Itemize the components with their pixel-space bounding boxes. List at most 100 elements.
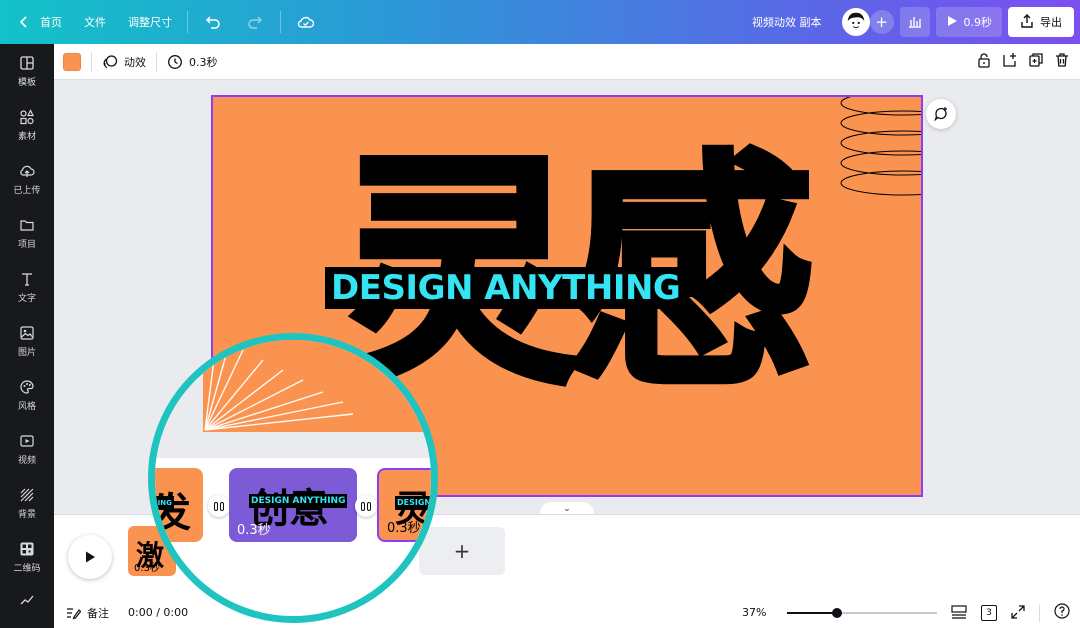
sidebar-item-more[interactable] [0, 584, 54, 614]
view-controls: 3 [951, 603, 1070, 623]
sidebar-item-label: 图片 [17, 347, 36, 358]
thumbnail-duration: 0.3秒 [237, 523, 271, 538]
resize-menu[interactable]: 调整尺寸 [117, 0, 183, 44]
sidebar-item-templates[interactable]: 模板 [0, 44, 54, 98]
transition-button[interactable] [355, 495, 377, 517]
add-comment-button[interactable] [926, 99, 956, 129]
divider [187, 11, 188, 33]
help-icon[interactable] [1054, 603, 1070, 623]
plus-icon: + [875, 13, 888, 31]
sidebar-item-label: 文字 [17, 293, 36, 304]
insights-button[interactable] [899, 7, 930, 37]
plus-icon: + [453, 539, 471, 563]
sidebar-item-label: 二维码 [13, 563, 41, 574]
topbar-right: 视频动效 副本 + 0.9秒 导出 [752, 0, 1074, 44]
folder-icon [20, 219, 34, 231]
chevron-down-icon: ⌄ [563, 504, 571, 514]
image-icon [20, 325, 34, 340]
divider [156, 51, 157, 72]
zoom-slider[interactable] [787, 608, 937, 618]
sidebar-item-label: 项目 [17, 239, 36, 250]
duration-button[interactable]: 0.3秒 [167, 54, 218, 70]
text-icon [22, 272, 32, 286]
page-thumbnail-selected[interactable]: 灵 DESIGN A 0.3秒 [377, 468, 431, 542]
home-label: 首页 [40, 16, 62, 29]
sunburst-decoration [203, 340, 363, 432]
page-thumbnail[interactable]: 发 THING [155, 468, 203, 542]
sidebar-item-text[interactable]: 文字 [0, 260, 54, 314]
sidebar-item-videos[interactable]: 视频 [0, 422, 54, 476]
redo-icon [245, 12, 265, 32]
page-view-icon[interactable] [951, 604, 967, 623]
animate-button[interactable]: 动效 [102, 54, 146, 70]
sidebar-item-label: 风格 [17, 401, 36, 412]
sidebar-item-projects[interactable]: 项目 [0, 206, 54, 260]
video-icon [20, 434, 34, 447]
add-page-button[interactable]: + [419, 527, 505, 575]
upload-icon [20, 165, 35, 177]
sidebar-item-background[interactable]: 背景 [0, 476, 54, 530]
cloud-check-icon [296, 12, 316, 32]
share-upload-icon [1020, 13, 1034, 31]
divider [1039, 604, 1040, 622]
add-collaborator-button[interactable]: + [869, 10, 894, 34]
chart-line-icon [20, 595, 34, 605]
qrcode-icon [20, 542, 34, 555]
top-bar: 首页 文件 调整尺寸 视频动效 副本 + 0.9秒 导出 [0, 0, 1080, 44]
play-icon [86, 551, 95, 563]
duplicate-icon[interactable] [1028, 52, 1044, 68]
left-sidebar: 模板 素材 已上传 项目 文字 图片 风格 视频 背景 二维码 [0, 44, 54, 628]
sidebar-item-uploads[interactable]: 已上传 [0, 152, 54, 206]
page-thumbnail-active[interactable]: 创意 DESIGN ANYTHING 0.3秒 [229, 468, 357, 542]
subtitle-text[interactable]: DESIGN ANYTHING [325, 267, 687, 309]
sidebar-item-label: 背景 [17, 509, 36, 520]
sidebar-item-label: 素材 [17, 131, 36, 142]
clock-icon [168, 54, 182, 69]
timeline-play-button[interactable] [68, 535, 112, 579]
sidebar-item-qrcode[interactable]: 二维码 [0, 530, 54, 584]
undo-button[interactable] [192, 0, 234, 44]
sidebar-item-styles[interactable]: 风格 [0, 368, 54, 422]
notes-icon [67, 608, 81, 620]
export-button[interactable]: 导出 [1008, 7, 1074, 37]
sidebar-item-elements[interactable]: 素材 [0, 98, 54, 152]
transition-button[interactable] [208, 495, 230, 517]
comment-plus-icon [934, 107, 947, 122]
elements-icon [20, 108, 34, 124]
color-swatch[interactable] [63, 52, 81, 71]
divider [280, 11, 281, 33]
context-toolbar: 动效 0.3秒 [54, 44, 1080, 80]
divider [91, 51, 92, 72]
template-icon [20, 55, 34, 70]
redo-button[interactable] [234, 0, 276, 44]
zoom-percent[interactable]: 37% [742, 606, 766, 619]
zoom-slider-handle[interactable] [831, 608, 842, 618]
play-preview-button[interactable]: 0.9秒 [935, 7, 1002, 37]
animate-icon [103, 54, 118, 68]
chevron-left-icon [14, 12, 34, 32]
play-duration: 0.9秒 [963, 16, 993, 29]
fullscreen-icon[interactable] [1011, 604, 1025, 623]
export-label: 导出 [1040, 16, 1062, 29]
duration-label: 0.3秒 [189, 55, 218, 69]
magnifier-callout: 发 THING 创意 DESIGN ANYTHING 0.3秒 灵 DESIGN… [148, 333, 438, 623]
sidebar-item-label: 已上传 [13, 185, 41, 196]
add-page-icon[interactable] [1002, 52, 1018, 68]
thumbnail-strip: DESIGN ANYTHING [249, 494, 348, 508]
home-button[interactable]: 首页 [0, 0, 73, 44]
avatar[interactable] [841, 8, 870, 36]
page-count-button[interactable]: 3 [981, 605, 997, 621]
thumbnail-strip: DESIGN A [395, 496, 431, 510]
sidebar-item-label: 视频 [17, 455, 36, 466]
thumbnail-duration: 0.3秒 [387, 521, 421, 536]
document-title[interactable]: 视频动效 副本 [752, 14, 822, 30]
thumbnail-strip: THING [155, 496, 174, 510]
notes-button[interactable]: 备注 [66, 605, 109, 621]
trash-icon[interactable] [1054, 52, 1070, 68]
lock-icon[interactable] [976, 52, 992, 68]
play-icon [946, 15, 958, 30]
sidebar-item-photos[interactable]: 图片 [0, 314, 54, 368]
file-menu[interactable]: 文件 [73, 0, 117, 44]
sidebar-item-label: 模板 [17, 77, 36, 88]
cloud-save-button[interactable] [285, 0, 327, 44]
